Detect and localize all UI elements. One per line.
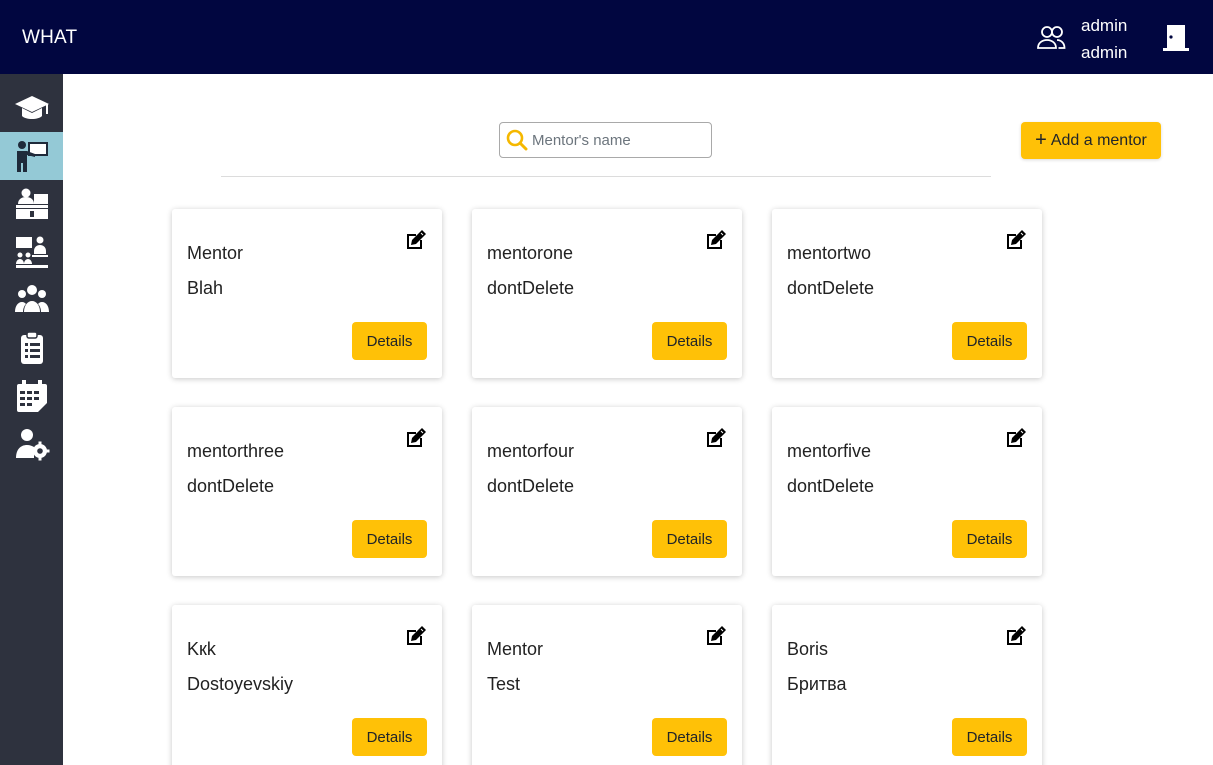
divider [221, 176, 991, 177]
sidebar-item-settings[interactable] [0, 420, 63, 468]
sidebar [0, 74, 63, 765]
mentor-first-name: Kкk [187, 639, 216, 659]
details-button[interactable]: Details [952, 322, 1027, 360]
details-button[interactable]: Details [352, 718, 427, 756]
add-mentor-label: Add a mentor [1050, 131, 1147, 149]
classroom-icon [15, 236, 48, 268]
sidebar-item-students[interactable] [0, 180, 63, 228]
calendar-schedule-icon [16, 380, 48, 412]
teacher-board-icon [16, 141, 48, 172]
user-settings-icon [15, 429, 49, 461]
sidebar-item-mentors[interactable] [0, 132, 63, 180]
add-mentor-button[interactable]: + Add a mentor [1021, 122, 1161, 159]
edit-icon[interactable] [1005, 427, 1027, 449]
mentor-last-name: Blah [187, 278, 224, 298]
mentor-last-name: dontDelete [787, 278, 875, 298]
details-button[interactable]: Details [352, 322, 427, 360]
details-button[interactable]: Details [652, 520, 727, 558]
details-button[interactable]: Details [352, 520, 427, 558]
user-first-name: admin [1081, 16, 1128, 35]
mentor-card: Mentor Blah Details [172, 209, 442, 378]
user-last-name: admin [1081, 43, 1128, 62]
sidebar-item-homework[interactable] [0, 324, 63, 372]
sidebar-item-schedule[interactable] [0, 372, 63, 420]
edit-icon[interactable] [1005, 229, 1027, 251]
mentor-card: mentorfive dontDelete Details [772, 407, 1042, 576]
mentor-last-name: Test [487, 674, 521, 694]
edit-icon[interactable] [1005, 625, 1027, 647]
edit-icon[interactable] [705, 625, 727, 647]
mentor-first-name: Mentor [487, 639, 544, 659]
plus-icon: + [1035, 128, 1047, 151]
edit-icon[interactable] [405, 625, 427, 647]
details-button[interactable]: Details [652, 322, 727, 360]
sidebar-item-lessons[interactable] [0, 276, 63, 324]
student-desk-icon [15, 188, 48, 219]
details-button[interactable]: Details [952, 520, 1027, 558]
sidebar-item-groups[interactable] [0, 228, 63, 276]
mentor-card: mentorthree dontDelete Details [172, 407, 442, 576]
users-icon [1037, 26, 1066, 49]
details-button[interactable]: Details [652, 718, 727, 756]
mentor-last-name: Dostoyevskiy [187, 674, 294, 694]
clipboard-list-icon [20, 331, 43, 364]
mentor-card: mentortwo dontDelete Details [772, 209, 1042, 378]
group-icon [14, 285, 49, 312]
details-button[interactable]: Details [952, 718, 1027, 756]
mentor-first-name: Boris [787, 639, 829, 659]
mentor-card: Kкk Dostoyevskiy Details [172, 605, 442, 765]
mentor-last-name: dontDelete [187, 476, 275, 496]
mentor-last-name: dontDelete [487, 476, 575, 496]
edit-icon[interactable] [705, 229, 727, 251]
mentor-last-name: dontDelete [787, 476, 875, 496]
mentor-last-name: dontDelete [487, 278, 575, 298]
mentor-card: Boris Бритва Details [772, 605, 1042, 765]
graduation-cap-icon [14, 96, 49, 119]
mentor-card: Mentor Test Details [472, 605, 742, 765]
edit-icon[interactable] [405, 427, 427, 449]
top-navbar: WHAT admin admin [0, 0, 1213, 74]
mentor-first-name: mentortwo [787, 243, 872, 263]
user-name-block[interactable]: admin admin [1081, 12, 1127, 66]
search-box [499, 122, 712, 158]
door-exit-icon[interactable] [1163, 24, 1189, 52]
mentor-first-name: mentorfour [487, 441, 575, 461]
search-icon [506, 129, 528, 151]
sidebar-item-courses[interactable] [0, 84, 63, 132]
mentor-first-name: mentorone [487, 243, 574, 263]
app-brand[interactable]: WHAT [22, 27, 77, 49]
mentor-last-name: Бритва [787, 674, 847, 694]
mentor-first-name: mentorthree [187, 441, 285, 461]
mentor-card: mentorone dontDelete Details [472, 209, 742, 378]
mentor-first-name: mentorfive [787, 441, 872, 461]
mentor-card: mentorfour dontDelete Details [472, 407, 742, 576]
edit-icon[interactable] [705, 427, 727, 449]
edit-icon[interactable] [405, 229, 427, 251]
search-input[interactable] [532, 126, 707, 154]
mentor-first-name: Mentor [187, 243, 244, 263]
